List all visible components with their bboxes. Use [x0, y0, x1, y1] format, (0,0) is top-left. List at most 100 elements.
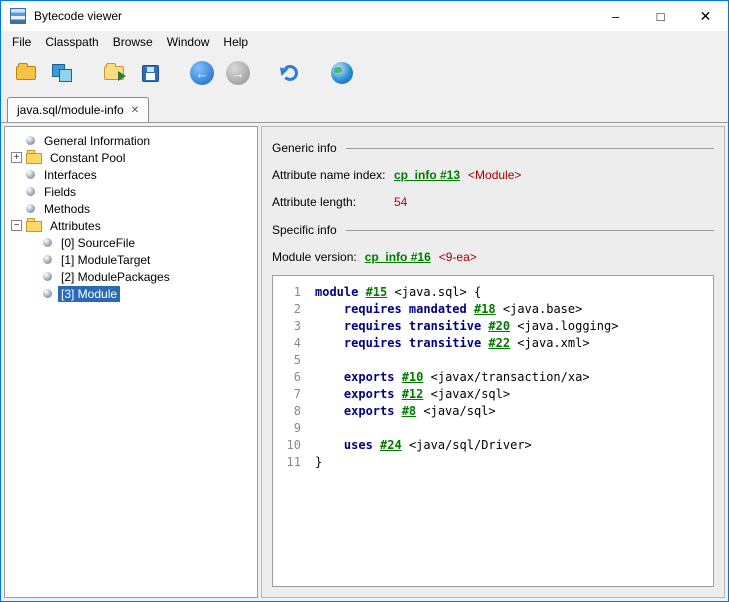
- menu-window[interactable]: Window: [160, 32, 217, 52]
- cp-info-16-link[interactable]: cp_info #16: [365, 250, 431, 264]
- reload-button[interactable]: [273, 56, 307, 90]
- tree-item-label: [2] ModulePackages: [58, 269, 173, 285]
- constant-pool-link[interactable]: #20: [488, 318, 510, 335]
- tree-item-constant-pool[interactable]: + Constant Pool: [5, 149, 257, 166]
- node-icon: [43, 272, 52, 281]
- node-icon: [26, 187, 35, 196]
- save-icon: [142, 65, 159, 82]
- menu-help[interactable]: Help: [216, 32, 255, 52]
- tree-item-general-information[interactable]: General Information: [5, 132, 257, 149]
- code-line: 8 exports #8 <java/sql>: [283, 403, 703, 420]
- title-bar[interactable]: Bytecode viewer – □ ✕: [1, 1, 728, 31]
- tree-item-label: Attributes: [47, 218, 104, 234]
- header-rule: [346, 230, 714, 231]
- open-recent-button[interactable]: [97, 56, 131, 90]
- folder-icon: [26, 221, 42, 232]
- header-rule: [346, 148, 714, 149]
- tree-item-methods[interactable]: Methods: [5, 200, 257, 217]
- cp-info-13-link[interactable]: cp_info #13: [394, 168, 460, 182]
- menu-bar: File Classpath Browse Window Help: [1, 31, 728, 53]
- expand-toggle-icon[interactable]: +: [11, 152, 22, 163]
- constant-pool-link[interactable]: #24: [380, 437, 402, 454]
- open-file-button[interactable]: [9, 56, 43, 90]
- module-version-label: Module version:: [272, 250, 357, 264]
- constant-pool-link[interactable]: #8: [402, 403, 416, 420]
- tree-item-label: Fields: [41, 184, 79, 200]
- tree-item-attributes[interactable]: − Attributes: [5, 217, 257, 234]
- code-line: 3 requires transitive #20 <java.logging>: [283, 318, 703, 335]
- module-code-view[interactable]: 1 module #15 <java.sql> { 2 requires man…: [272, 275, 714, 587]
- code-line: 5: [283, 352, 703, 369]
- code-keyword: requires mandated: [315, 301, 474, 318]
- tree-item-fields[interactable]: Fields: [5, 183, 257, 200]
- folder-icon: [26, 153, 42, 164]
- maximize-button[interactable]: □: [638, 2, 683, 31]
- constant-pool-link[interactable]: #15: [366, 284, 388, 301]
- back-button[interactable]: ←: [185, 56, 219, 90]
- code-line: 2 requires mandated #18 <java.base>: [283, 301, 703, 318]
- node-icon: [43, 238, 52, 247]
- line-number: 6: [283, 369, 301, 386]
- minimize-button[interactable]: –: [593, 2, 638, 31]
- structure-tree[interactable]: General Information + Constant Pool Inte…: [4, 126, 258, 598]
- code-text: <javax/sql>: [423, 386, 510, 403]
- tree-item-sourcefile[interactable]: [0] SourceFile: [5, 234, 257, 251]
- specific-info-title: Specific info: [272, 223, 337, 237]
- node-icon: [43, 255, 52, 264]
- code-text: <java/sql/Driver>: [402, 437, 532, 454]
- menu-browse[interactable]: Browse: [106, 32, 160, 52]
- line-number: 11: [283, 454, 301, 471]
- tree-item-interfaces[interactable]: Interfaces: [5, 166, 257, 183]
- line-number: 2: [283, 301, 301, 318]
- code-line: 4 requires transitive #22 <java.xml>: [283, 335, 703, 352]
- tree-item-modulepackages[interactable]: [2] ModulePackages: [5, 268, 257, 285]
- menu-file[interactable]: File: [5, 32, 38, 52]
- web-icon: [331, 62, 353, 84]
- node-icon: [26, 136, 35, 145]
- code-line: 1 module #15 <java.sql> {: [283, 284, 703, 301]
- code-text: <java.logging>: [510, 318, 618, 335]
- tree-item-moduletarget[interactable]: [1] ModuleTarget: [5, 251, 257, 268]
- open-file-icon: [16, 66, 36, 80]
- code-text: <javax/transaction/xa>: [423, 369, 589, 386]
- tree-item-label: Interfaces: [41, 167, 100, 183]
- web-button[interactable]: [325, 56, 359, 90]
- browse-classpath-button[interactable]: [45, 56, 79, 90]
- constant-pool-link[interactable]: #18: [474, 301, 496, 318]
- tree-item-label: General Information: [41, 133, 153, 149]
- module-version-row: Module version: cp_info #16 <9-ea>: [272, 250, 714, 264]
- node-icon: [26, 170, 35, 179]
- open-recent-icon: [104, 66, 124, 80]
- module-version-annotation: <9-ea>: [439, 250, 477, 264]
- code-text: <java.base>: [496, 301, 583, 318]
- forward-button[interactable]: →: [221, 56, 255, 90]
- close-button[interactable]: ✕: [683, 2, 728, 31]
- code-keyword: module: [315, 284, 366, 301]
- window-title: Bytecode viewer: [34, 9, 122, 23]
- browse-classpath-icon: [52, 64, 72, 82]
- code-keyword: requires transitive: [315, 335, 488, 352]
- attribute-length-label: Attribute length:: [272, 195, 394, 209]
- constant-pool-link[interactable]: #10: [402, 369, 424, 386]
- tree-item-label: Constant Pool: [47, 150, 128, 166]
- menu-classpath[interactable]: Classpath: [38, 32, 105, 52]
- code-line: 7 exports #12 <javax/sql>: [283, 386, 703, 403]
- tree-item-label: Methods: [41, 201, 93, 217]
- app-window: Bytecode viewer – □ ✕ File Classpath Bro…: [0, 0, 729, 602]
- code-line: 9: [283, 420, 703, 437]
- code-keyword: requires transitive: [315, 318, 488, 335]
- constant-pool-link[interactable]: #12: [402, 386, 424, 403]
- code-keyword: uses: [315, 437, 380, 454]
- line-number: 10: [283, 437, 301, 454]
- save-button[interactable]: [133, 56, 167, 90]
- collapse-toggle-icon[interactable]: −: [11, 220, 22, 231]
- close-tab-icon[interactable]: ✕: [131, 105, 139, 116]
- attribute-length-value: 54: [394, 195, 407, 209]
- constant-pool-link[interactable]: #22: [488, 335, 510, 352]
- specific-info-header: Specific info: [272, 223, 714, 237]
- tree-item-module[interactable]: [3] Module: [5, 285, 257, 302]
- line-number: 1: [283, 284, 301, 301]
- attribute-length-row: Attribute length: 54: [272, 195, 714, 209]
- code-text: <java/sql>: [416, 403, 495, 420]
- tab-java-sql-module-info[interactable]: java.sql/module-info ✕: [7, 97, 149, 122]
